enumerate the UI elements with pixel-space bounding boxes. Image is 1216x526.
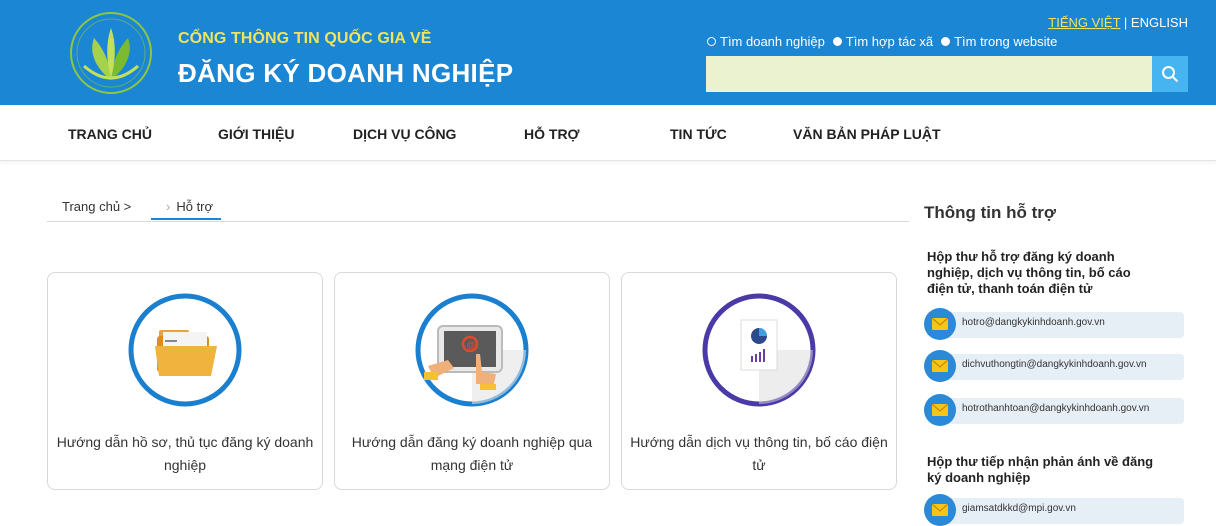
email-address-link[interactable]: dichvuthongtin@dangkykinhdoanh.gov.vn bbox=[962, 359, 1147, 370]
nav-home[interactable]: TRANG CHỦ bbox=[68, 126, 152, 142]
radio-search-cooperative[interactable]: Tìm hợp tác xã bbox=[832, 34, 934, 49]
lang-separator: | bbox=[1123, 15, 1128, 30]
email-item[interactable]: hotro@dangkykinhdoanh.gov.vn bbox=[924, 308, 1186, 340]
lang-vietnamese-link[interactable]: TIẾNG VIỆT bbox=[1048, 15, 1120, 30]
main-nav: TRANG CHỦ GIỚI THIỆU DỊCH VỤ CÔNG HỖ TRỢ… bbox=[0, 105, 1216, 161]
lang-english-link[interactable]: ENGLISH bbox=[1131, 15, 1188, 30]
nav-public-services[interactable]: DỊCH VỤ CÔNG bbox=[353, 126, 456, 142]
sidebar-title: Thông tin hỗ trợ bbox=[924, 203, 1056, 222]
breadcrumb-current-label: Hỗ trợ bbox=[176, 199, 214, 214]
site-logo-icon[interactable] bbox=[68, 10, 154, 96]
email-address-link[interactable]: giamsatdkkd@mpi.gov.vn bbox=[962, 503, 1076, 514]
nav-about[interactable]: GIỚI THIỆU bbox=[218, 126, 295, 142]
envelope-icon bbox=[924, 494, 956, 526]
card-label: Hướng dẫn đăng ký doanh nghiệp qua mạng … bbox=[351, 434, 593, 473]
radio-label: Tìm hợp tác xã bbox=[845, 34, 934, 49]
search-button[interactable] bbox=[1152, 56, 1188, 92]
search-type-group: Tìm doanh nghiệp Tìm hợp tác xã Tìm tron… bbox=[707, 34, 1057, 49]
radio-filled-icon bbox=[832, 37, 842, 46]
card-info-services-guide[interactable]: Hướng dẫn dịch vụ thông tin, bố cáo điện… bbox=[621, 272, 897, 490]
radio-search-website[interactable]: Tìm trong website bbox=[941, 34, 1057, 49]
sidebar-heading-support-mailbox: Hộp thư hỗ trợ đăng ký doanh nghiệp, dịc… bbox=[927, 249, 1131, 296]
search-icon bbox=[1162, 66, 1179, 83]
portal-subtitle: CỔNG THÔNG TIN QUỐC GIA VỀ bbox=[178, 30, 432, 47]
card-label: Hướng dẫn dịch vụ thông tin, bố cáo điện… bbox=[630, 434, 888, 473]
nav-legal-documents[interactable]: VĂN BẢN PHÁP LUẬT bbox=[793, 126, 941, 142]
email-item[interactable]: hotrothanhtoan@dangkykinhdoanh.gov.vn bbox=[924, 394, 1186, 426]
email-item[interactable]: giamsatdkkd@mpi.gov.vn bbox=[924, 494, 1186, 526]
breadcrumb-home-link[interactable]: Trang chủ > bbox=[62, 199, 131, 214]
radio-search-business[interactable]: Tìm doanh nghiệp bbox=[707, 34, 825, 49]
radio-label: Tìm doanh nghiệp bbox=[720, 34, 825, 49]
portal-title: ĐĂNG KÝ DOANH NGHIỆP bbox=[178, 58, 514, 88]
email-address-link[interactable]: hotrothanhtoan@dangkykinhdoanh.gov.vn bbox=[962, 403, 1149, 414]
svg-text:@: @ bbox=[467, 340, 476, 350]
breadcrumb: Trang chủ > › Hỗ trợ bbox=[47, 199, 909, 222]
radio-unchecked-icon bbox=[707, 37, 716, 46]
language-switcher: TIẾNG VIỆT | ENGLISH bbox=[1048, 15, 1188, 30]
envelope-icon bbox=[924, 350, 956, 382]
envelope-icon bbox=[924, 394, 956, 426]
site-header: CỔNG THÔNG TIN QUỐC GIA VỀ ĐĂNG KÝ DOANH… bbox=[0, 0, 1216, 105]
card-registration-guide[interactable]: Hướng dẫn hồ sơ, thủ tục đăng ký doanh n… bbox=[47, 272, 323, 490]
nav-news[interactable]: TIN TỨC bbox=[670, 126, 727, 142]
nav-support[interactable]: HỖ TRỢ bbox=[524, 126, 580, 142]
sidebar-heading-feedback-mailbox: Hộp thư tiếp nhận phản ánh về đăng ký do… bbox=[927, 454, 1154, 485]
card-online-registration-guide[interactable]: @ Hướng dẫn đăng ký doanh nghiệp qua mạn… bbox=[334, 272, 610, 490]
breadcrumb-current: › Hỗ trợ bbox=[151, 199, 221, 220]
report-chart-icon bbox=[702, 293, 816, 407]
search-input[interactable] bbox=[706, 56, 1152, 92]
tablet-touch-icon: @ bbox=[415, 293, 529, 407]
card-label: Hướng dẫn hồ sơ, thủ tục đăng ký doanh n… bbox=[56, 434, 314, 473]
email-address-link[interactable]: hotro@dangkykinhdoanh.gov.vn bbox=[962, 317, 1105, 328]
breadcrumb-separator: › bbox=[166, 199, 171, 214]
email-item[interactable]: dichvuthongtin@dangkykinhdoanh.gov.vn bbox=[924, 350, 1186, 382]
folder-icon bbox=[128, 293, 242, 407]
envelope-icon bbox=[924, 308, 956, 340]
radio-label: Tìm trong website bbox=[954, 34, 1058, 49]
radio-filled-icon bbox=[941, 37, 951, 46]
